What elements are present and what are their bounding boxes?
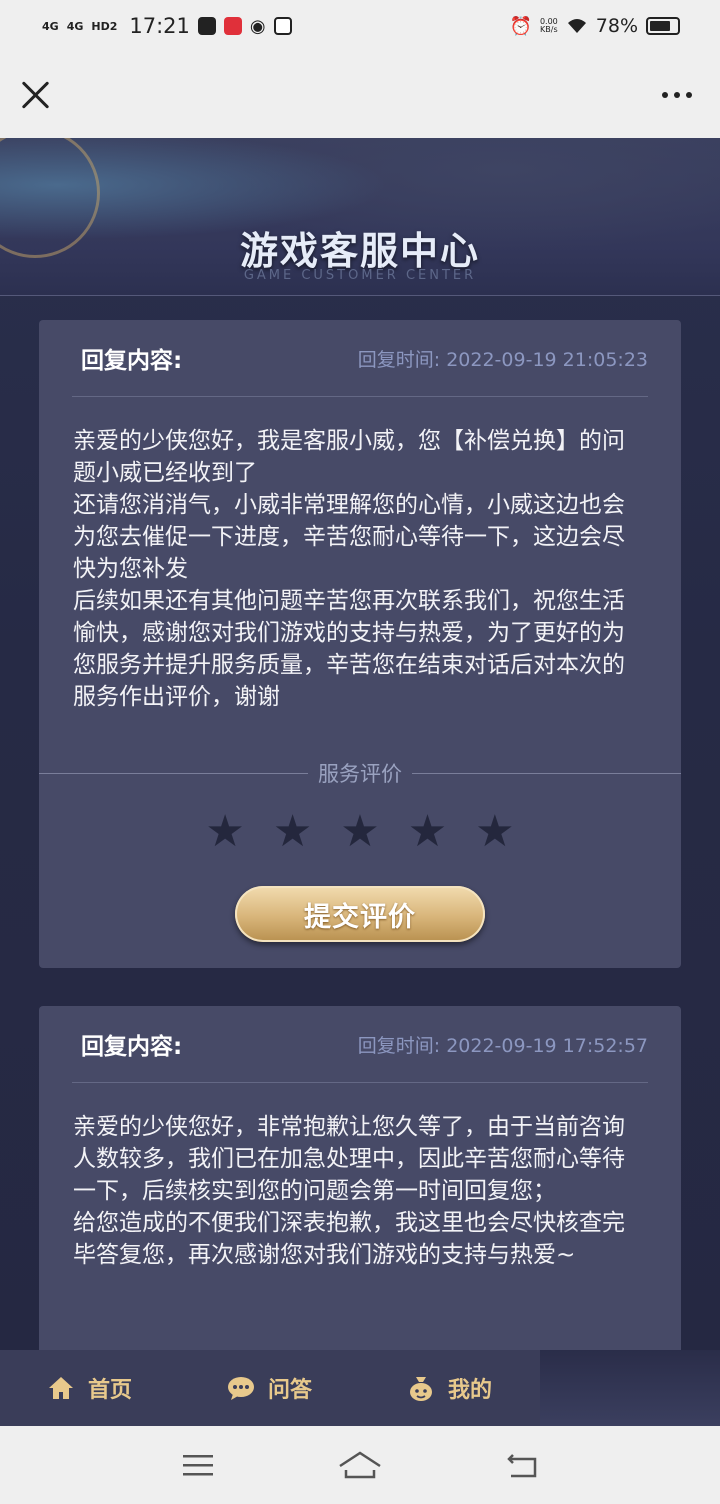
back-icon[interactable] — [505, 1451, 539, 1479]
home-button-icon[interactable] — [337, 1450, 383, 1480]
battery-percent: 78% — [595, 15, 638, 37]
signal-1-icon: 4G — [42, 19, 59, 33]
nav-item-mine[interactable]: 我的 — [360, 1372, 540, 1404]
status-bar-left: 4G 4G HD2 17:21 ◉ — [42, 14, 292, 38]
nav-item-home[interactable]: 首页 — [0, 1372, 180, 1404]
nav-label: 首页 — [88, 1378, 133, 1403]
alarm-icon: ⏰ — [509, 15, 532, 37]
star-icon[interactable]: ★ — [340, 810, 379, 854]
net-speed-unit: KB/s — [540, 25, 558, 34]
page-title: 游戏客服中心 — [239, 229, 480, 273]
reply-paragraph: 后续如果还有其他问题辛苦您再次联系我们，祝您生活愉快，感谢您对我们游戏的支持与热… — [73, 588, 625, 710]
status-bar: 4G 4G HD2 17:21 ◉ ⏰ 0.00 KB/s 78% — [0, 0, 720, 52]
page-subtitle: GAME CUSTOMER CENTER — [243, 268, 477, 283]
reply-body: 亲爱的少侠您好，我是客服小威，您【补偿兑换】的问题小威已经收到了 还请您消消气，… — [39, 397, 681, 713]
home-icon — [49, 1377, 73, 1399]
signal-2-icon: 4G — [66, 19, 84, 33]
reply-paragraph: 亲爱的少侠您好，非常抱歉让您久等了，由于当前咨询人数较多，我们已在加急处理中，因… — [73, 1114, 625, 1204]
reply-label: 回复内容: — [81, 348, 183, 374]
more-dot — [686, 92, 692, 98]
system-navigation-bar — [0, 1426, 720, 1504]
nav-item-qa[interactable]: 问答 — [180, 1372, 360, 1404]
battery-level — [650, 21, 671, 31]
shopping-app-icon — [223, 17, 242, 35]
clock: 17:21 — [129, 14, 190, 38]
reply-paragraph: 亲爱的少侠您好，我是客服小威，您【补偿兑换】的问题小威已经收到了 — [73, 428, 625, 486]
reply-paragraph: 还请您消消气，小威非常理解您的心情，小威这边也会为您去催促一下进度，辛苦您耐心等… — [73, 492, 625, 582]
close-icon[interactable] — [20, 79, 52, 111]
rating-divider: 服务评价 — [39, 762, 681, 786]
reply-time: 回复时间: 2022-09-19 17:52:57 — [357, 1034, 648, 1057]
reply-header: 回复内容: 回复时间: 2022-09-19 21:05:23 — [72, 320, 648, 397]
more-dot — [662, 92, 668, 98]
menu-icon[interactable] — [181, 1452, 215, 1478]
page-content[interactable]: 游戏客服中心 GAME CUSTOMER CENTER 回复内容: 回复时间: … — [0, 138, 720, 1426]
title-bar — [0, 52, 720, 138]
bottom-nav: 首页 问答 我的 — [0, 1350, 540, 1426]
net-speed: 0.00 KB/s — [540, 18, 558, 34]
star-icon[interactable]: ★ — [273, 810, 312, 854]
rating-label: 服务评价 — [318, 762, 402, 786]
wifi-icon — [567, 19, 586, 33]
app-notification-icon — [197, 17, 216, 35]
more-dot — [674, 92, 680, 98]
reply-header: 回复内容: 回复时间: 2022-09-19 17:52:57 — [72, 1006, 648, 1083]
reply-body: 亲爱的少侠您好，非常抱歉让您久等了，由于当前咨询人数较多，我们已在加急处理中，因… — [39, 1083, 681, 1271]
star-icon[interactable]: ★ — [408, 810, 447, 854]
user-bag-icon — [410, 1377, 432, 1401]
reply-card: 回复内容: 回复时间: 2022-09-19 21:05:23 亲爱的少侠您好，… — [39, 320, 681, 968]
reply-paragraph: 给您造成的不便我们深表抱歉，我这里也会尽快核查完毕答复您，再次感谢您对我们游戏的… — [73, 1210, 625, 1268]
weibo-icon: ◉ — [249, 15, 266, 37]
divider-line — [412, 772, 681, 774]
nav-label: 我的 — [448, 1378, 493, 1403]
battery-icon — [646, 17, 680, 35]
star-icon[interactable]: ★ — [205, 810, 244, 854]
submit-rating-button[interactable]: 提交评价 — [235, 886, 485, 942]
star-rating: ★ ★ ★ ★ ★ — [39, 810, 681, 854]
more-icon[interactable] — [662, 92, 692, 98]
reply-label: 回复内容: — [81, 1034, 183, 1060]
reply-time: 回复时间: 2022-09-19 21:05:23 — [357, 348, 648, 371]
divider-line — [39, 772, 308, 774]
nav-label: 问答 — [268, 1378, 313, 1403]
star-icon[interactable]: ★ — [475, 810, 514, 854]
chat-icon — [228, 1377, 254, 1400]
nav-background-art — [540, 1350, 720, 1426]
meituan-icon — [273, 17, 292, 35]
status-bar-right: ⏰ 0.00 KB/s 78% — [510, 15, 680, 37]
hd-icon: HD2 — [91, 19, 118, 33]
header-banner: 游戏客服中心 GAME CUSTOMER CENTER — [0, 138, 720, 296]
